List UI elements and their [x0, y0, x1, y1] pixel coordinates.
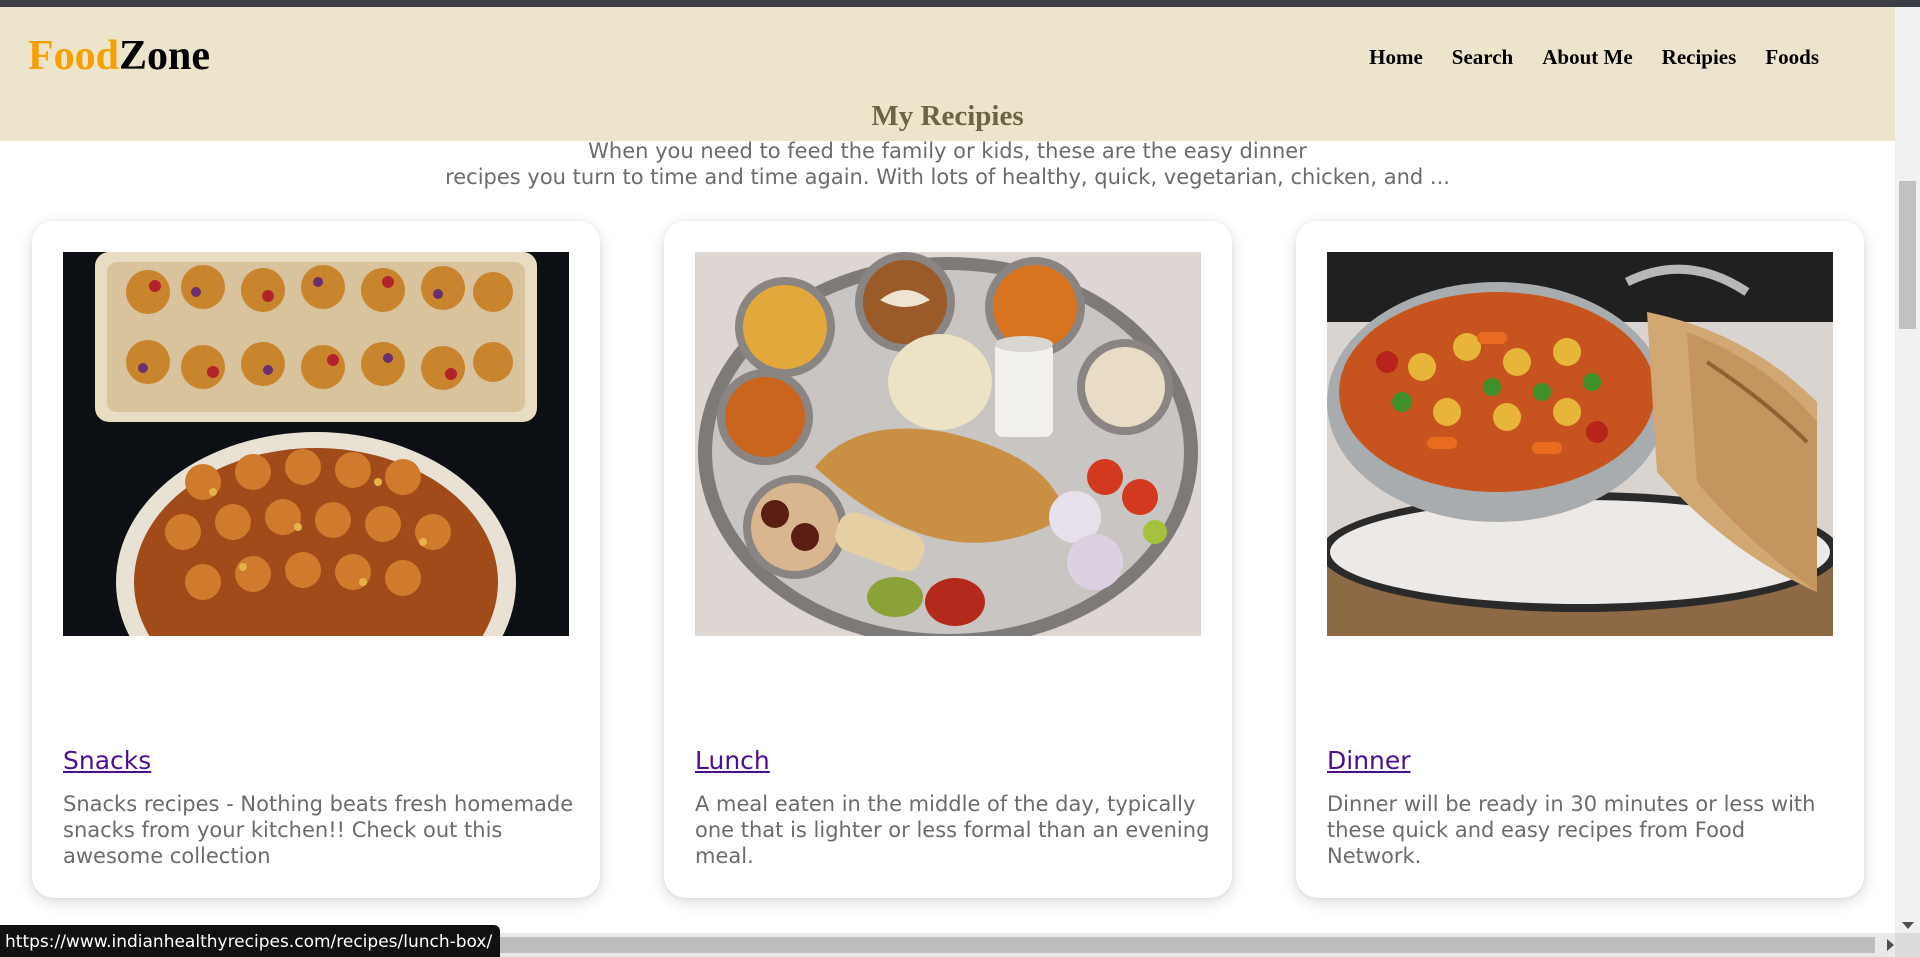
snacks-description: Snacks recipes - Nothing beats fresh hom…: [63, 792, 574, 868]
scroll-down-arrow-icon[interactable]: [1902, 922, 1914, 929]
dinner-image[interactable]: [1327, 252, 1833, 636]
intro-line-2: recipes you turn to time and time again.…: [445, 165, 1450, 189]
window-top-border: [0, 0, 1920, 7]
scrollbar-corner: [1895, 933, 1920, 957]
snacks-image[interactable]: [63, 252, 569, 636]
dinner-link[interactable]: Dinner: [1327, 746, 1411, 775]
recipe-card-snacks: Snacks Snacks recipes - Nothing beats fr…: [32, 221, 600, 898]
nav-about-me[interactable]: About Me: [1542, 45, 1632, 70]
site-logo[interactable]: FoodZone: [28, 32, 210, 80]
status-bar-url: https://www.indianhealthyrecipes.com/rec…: [0, 925, 501, 957]
section-title: My Recipies: [871, 100, 1024, 132]
vertical-scrollbar[interactable]: [1895, 7, 1920, 933]
lunch-link[interactable]: Lunch: [695, 746, 770, 775]
vertical-scroll-thumb[interactable]: [1899, 181, 1916, 329]
nav-search[interactable]: Search: [1452, 45, 1513, 70]
page: FoodZone Home Search About Me Recipies F…: [0, 7, 1895, 933]
snacks-link[interactable]: Snacks: [63, 746, 151, 775]
logo-zone: Zone: [119, 33, 211, 79]
dinner-description: Dinner will be ready in 30 minutes or le…: [1327, 792, 1816, 868]
main-nav: Home Search About Me Recipies Foods: [1340, 45, 1819, 70]
recipe-card-dinner: Dinner Dinner will be ready in 30 minute…: [1296, 221, 1864, 898]
scroll-right-arrow-icon[interactable]: [1887, 939, 1894, 951]
nav-recipies[interactable]: Recipies: [1662, 45, 1737, 70]
recipe-card-lunch: Lunch A meal eaten in the middle of the …: [664, 221, 1232, 898]
logo-food: Food: [28, 33, 120, 79]
lunch-description: A meal eaten in the middle of the day, t…: [695, 792, 1210, 868]
lunch-image[interactable]: [695, 252, 1201, 636]
nav-foods[interactable]: Foods: [1765, 45, 1819, 70]
site-header: FoodZone Home Search About Me Recipies F…: [0, 7, 1895, 141]
section-intro: When you need to feed the family or kids…: [0, 138, 1895, 190]
intro-line-1: When you need to feed the family or kids…: [588, 139, 1307, 163]
nav-home[interactable]: Home: [1369, 45, 1423, 70]
